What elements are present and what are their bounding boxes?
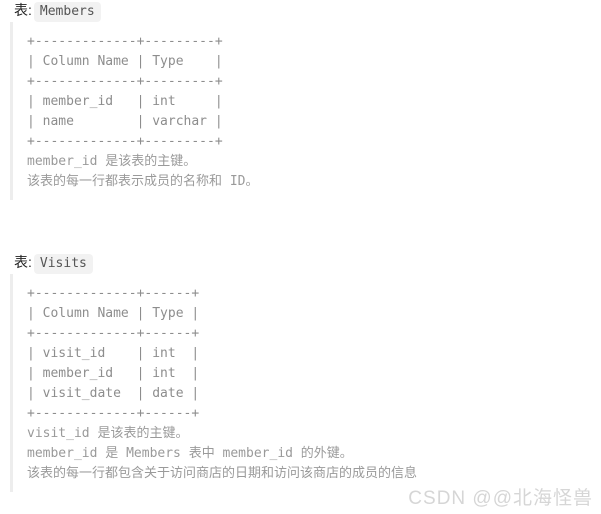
schema-block-visits: +-------------+------+ | Column Name | T… xyxy=(10,274,601,492)
schema-note-members-0: member_id 是该表的主键。 xyxy=(27,154,197,169)
schema-note-visits-0: visit_id 是该表的主键。 xyxy=(27,426,189,441)
schema-note-visits-1: member_id 是 Members 表中 member_id 的外键。 xyxy=(27,446,353,461)
table-label-prefix: 表: xyxy=(14,254,32,270)
schema-block-members: +-------------+---------+ | Column Name … xyxy=(10,22,601,200)
document-page: 表: Members +-------------+---------+ | Co… xyxy=(0,0,601,514)
schema-note-visits-2: 该表的每一行都包含关于访问商店的日期和访问该商店的成员的信息 xyxy=(27,466,418,481)
table-label-prefix: 表: xyxy=(14,2,32,18)
table-name-badge-visits: Visits xyxy=(33,254,93,274)
ascii-schema-visits: +-------------+------+ | Column Name | T… xyxy=(27,286,200,421)
schema-section-members: 表: Members +-------------+---------+ | Co… xyxy=(0,0,601,200)
schema-section-visits: 表: Visits +-------------+------+ | Column… xyxy=(0,252,601,492)
table-label-members: 表: Members xyxy=(0,0,601,22)
table-name-badge-members: Members xyxy=(33,2,101,22)
table-label-visits: 表: Visits xyxy=(0,252,601,274)
schema-note-members-1: 该表的每一行都表示成员的名称和 ID。 xyxy=(27,174,259,189)
ascii-schema-members: +-------------+---------+ | Column Name … xyxy=(27,34,223,149)
